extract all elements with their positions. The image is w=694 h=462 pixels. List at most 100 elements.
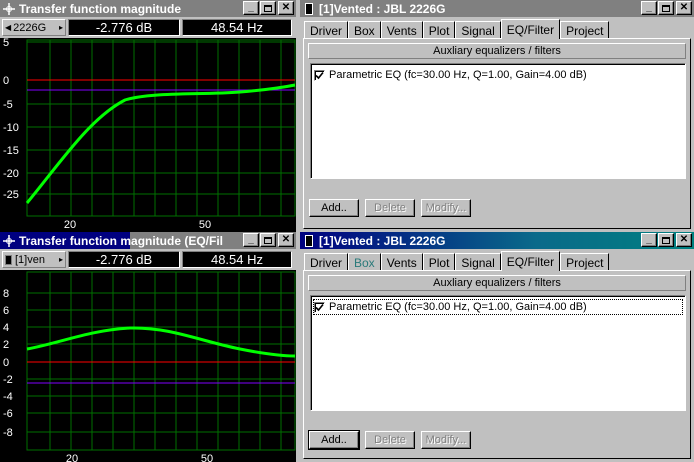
tab-project[interactable]: Project <box>560 253 610 271</box>
tab-strip: Driver Box Vents Plot Signal EQ/Filter P… <box>304 251 610 271</box>
delete-button[interactable]: Delete <box>365 199 415 217</box>
y-tick-label: 0 <box>3 357 9 369</box>
maximize-button[interactable] <box>658 1 674 15</box>
minimize-button[interactable]: _ <box>641 1 657 15</box>
add-button[interactable]: Add.. <box>308 430 360 450</box>
magnitude-plot-bottom[interactable]: 86420-2-4-6-820 50 <box>0 270 296 462</box>
selector-left-arrow-icon[interactable]: ◀ <box>5 23 11 32</box>
tab-page-eq-filter: Auxliary equalizers / filters Parametric… <box>303 270 691 459</box>
readout-db: -2.776 dB <box>68 251 180 268</box>
plot-window-top-titlebar[interactable]: Transfer function magnitude _ ✕ <box>0 0 296 17</box>
driver-panel-top[interactable]: [1]Vented : JBL 2226G _ ✕ Driver Box Ven… <box>300 0 694 232</box>
tab-vents[interactable]: Vents <box>380 21 423 39</box>
speaker-icon <box>303 234 315 247</box>
delete-button[interactable]: Delete <box>365 431 415 449</box>
modify-button[interactable]: Modify... <box>421 431 471 449</box>
maximize-button[interactable] <box>260 1 276 15</box>
readout-hz: 48.54 Hz <box>182 251 292 268</box>
close-icon: ✕ <box>679 2 689 13</box>
plot-frame <box>26 39 296 217</box>
tab-driver[interactable]: Driver <box>304 253 348 271</box>
minimize-button[interactable]: _ <box>243 1 259 15</box>
magnitude-plot-top[interactable]: 50-5-10-15-20-2520 50 <box>0 38 296 232</box>
selector-right-arrow-icon[interactable]: ▸ <box>59 23 63 32</box>
driver-selector[interactable]: [1]ven ▸ <box>2 251 66 268</box>
tab-eq-filter[interactable]: EQ/Filter <box>500 251 561 271</box>
plot-window-bottom-titlebar[interactable]: Transfer function magnitude (EQ/Fil _ ✕ <box>0 232 296 249</box>
tab-plot[interactable]: Plot <box>422 21 456 39</box>
plot-window-top[interactable]: Transfer function magnitude _ ✕ ◀ 2226G … <box>0 0 296 232</box>
y-tick-label: -8 <box>3 427 13 439</box>
filter-checkbox[interactable] <box>314 301 325 313</box>
driver-panel-bottom[interactable]: [1]Vented : JBL 2226G _ ✕ Driver Box Ven… <box>300 232 694 462</box>
minimize-icon: _ <box>646 234 652 245</box>
tab-box[interactable]: Box <box>348 21 381 39</box>
close-button[interactable]: ✕ <box>676 233 692 247</box>
y-tick-label: -5 <box>3 99 13 111</box>
x-tick-label: 50 <box>201 453 213 462</box>
modify-button[interactable]: Modify... <box>421 199 471 217</box>
y-tick-label: 2 <box>3 339 9 351</box>
list-item[interactable]: Parametric EQ (fc=30.00 Hz, Q=1.00, Gain… <box>314 68 682 82</box>
selector-label: 2226G <box>13 21 47 34</box>
close-button[interactable]: ✕ <box>278 1 294 15</box>
maximize-icon <box>264 236 272 244</box>
tab-vents[interactable]: Vents <box>380 253 423 271</box>
y-tick-label: -15 <box>3 145 19 157</box>
selector-right-arrow-icon[interactable]: ▸ <box>59 255 63 264</box>
minimize-icon: _ <box>646 2 652 13</box>
minimize-button[interactable]: _ <box>641 233 657 247</box>
close-button[interactable]: ✕ <box>278 233 294 247</box>
speaker-icon <box>5 254 12 265</box>
filter-checkbox[interactable] <box>314 69 325 81</box>
maximize-button[interactable] <box>658 233 674 247</box>
filter-buttons: Add.. Delete Modify... <box>308 430 477 450</box>
y-tick-label: 6 <box>3 305 9 317</box>
selector-label: [1]ven <box>15 253 45 266</box>
section-header: Auxliary equalizers / filters <box>308 43 686 59</box>
tab-page-eq-filter: Auxliary equalizers / filters Parametric… <box>303 38 691 229</box>
plot-area-top[interactable]: 5 0 -5 -10 -15 -20 -25 20 50 <box>0 38 296 232</box>
response-curve <box>25 83 296 204</box>
close-icon: ✕ <box>281 234 291 245</box>
driver-panel-bottom-title: [1]Vented : JBL 2226G <box>319 233 446 248</box>
filter-list[interactable]: Parametric EQ (fc=30.00 Hz, Q=1.00, Gain… <box>310 295 686 411</box>
close-button[interactable]: ✕ <box>676 1 692 15</box>
maximize-icon <box>264 4 272 12</box>
filter-list[interactable]: Parametric EQ (fc=30.00 Hz, Q=1.00, Gain… <box>310 63 686 179</box>
tab-box[interactable]: Box <box>348 253 381 271</box>
maximize-button[interactable] <box>260 233 276 247</box>
add-button[interactable]: Add.. <box>309 199 359 217</box>
tab-eq-filter[interactable]: EQ/Filter <box>500 19 561 39</box>
filter-label: Parametric EQ (fc=30.00 Hz, Q=1.00, Gain… <box>329 69 587 81</box>
y-tick-label: -20 <box>3 168 19 180</box>
speaker-icon <box>303 2 315 15</box>
tab-signal[interactable]: Signal <box>455 253 501 271</box>
y-tick-label: 8 <box>3 288 9 300</box>
minimize-button[interactable]: _ <box>243 233 259 247</box>
tab-strip: Driver Box Vents Plot Signal EQ/Filter P… <box>304 19 610 39</box>
response-curve <box>26 326 296 358</box>
x-tick-label: 50 <box>199 219 211 231</box>
tab-signal[interactable]: Signal <box>455 21 501 39</box>
tab-plot[interactable]: Plot <box>422 253 456 271</box>
tab-driver[interactable]: Driver <box>304 21 348 39</box>
list-item[interactable]: Parametric EQ (fc=30.00 Hz, Q=1.00, Gain… <box>313 299 683 315</box>
tab-project[interactable]: Project <box>560 21 610 39</box>
plot-area-bottom[interactable]: 8 6 4 2 0 -2 -4 -6 -8 20 50 <box>0 270 296 462</box>
plot-window-bottom[interactable]: Transfer function magnitude (EQ/Fil _ ✕ … <box>0 232 296 462</box>
y-tick-label: 4 <box>3 322 9 334</box>
section-header: Auxliary equalizers / filters <box>308 275 686 291</box>
driver-panel-top-title: [1]Vented : JBL 2226G <box>319 1 446 16</box>
y-tick-label: -2 <box>3 374 13 386</box>
y-tick-label: -6 <box>3 408 13 420</box>
close-icon: ✕ <box>281 2 291 13</box>
driver-panel-bottom-titlebar[interactable]: [1]Vented : JBL 2226G _ ✕ <box>300 232 694 249</box>
plot-window-top-title: Transfer function magnitude <box>19 1 182 16</box>
minimize-icon: _ <box>248 234 254 245</box>
readout-db: -2.776 dB <box>68 19 180 36</box>
driver-selector[interactable]: ◀ 2226G ▸ <box>2 19 66 36</box>
plot-window-bottom-title: Transfer function magnitude (EQ/Fil <box>19 233 224 248</box>
maximize-icon <box>662 4 670 12</box>
driver-panel-top-titlebar[interactable]: [1]Vented : JBL 2226G _ ✕ <box>300 0 694 17</box>
